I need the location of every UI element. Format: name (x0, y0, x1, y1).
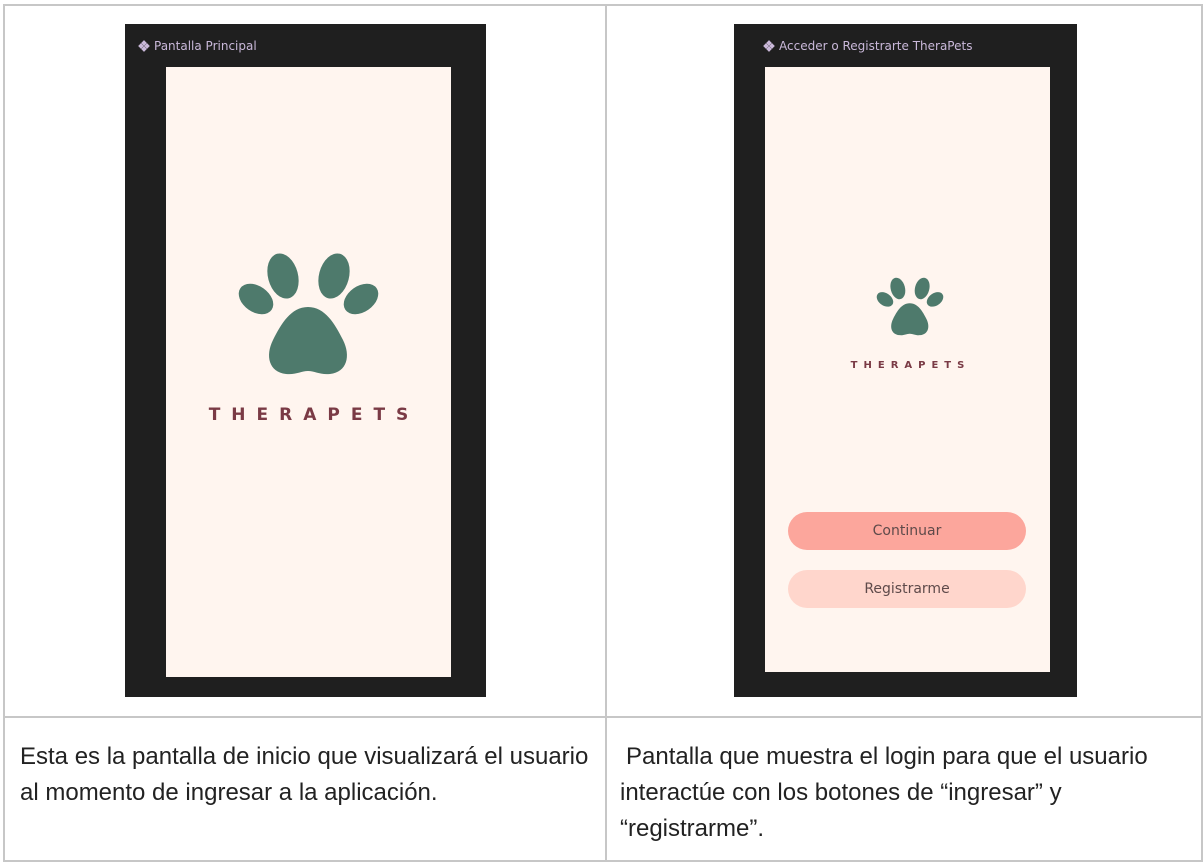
paw-logo-icon (876, 277, 944, 336)
caption-login-screen: Pantalla que muestra el login para que e… (620, 743, 1148, 842)
frame-title-text: Pantalla Principal (154, 39, 257, 53)
brand-wordmark: THERAPETS (208, 405, 420, 425)
diamond-component-icon (763, 40, 775, 52)
caption-main-screen: Esta es la pantalla de inicio que visual… (20, 743, 589, 806)
login-screen: THERAPETS Continuar Registrarme (765, 67, 1050, 672)
brand-wordmark: THERAPETS (850, 360, 971, 371)
frame-title-main: Pantalla Principal (138, 39, 257, 53)
frame-title-login: Acceder o Registrarte TheraPets (763, 39, 973, 53)
frame-title-text: Acceder o Registrarte TheraPets (779, 39, 973, 53)
paw-logo-icon (238, 253, 379, 375)
continue-button[interactable]: Continuar (788, 512, 1026, 550)
main-screen-mockup: Pantalla Principal THERAPETS (125, 24, 486, 697)
diamond-component-icon (138, 40, 150, 52)
splash-screen: THERAPETS (166, 67, 451, 677)
table-column-divider (605, 4, 607, 862)
table-row-divider (3, 716, 1203, 718)
register-button[interactable]: Registrarme (788, 570, 1026, 608)
login-screen-mockup: Acceder o Registrarte TheraPets THERAPET… (734, 24, 1077, 697)
